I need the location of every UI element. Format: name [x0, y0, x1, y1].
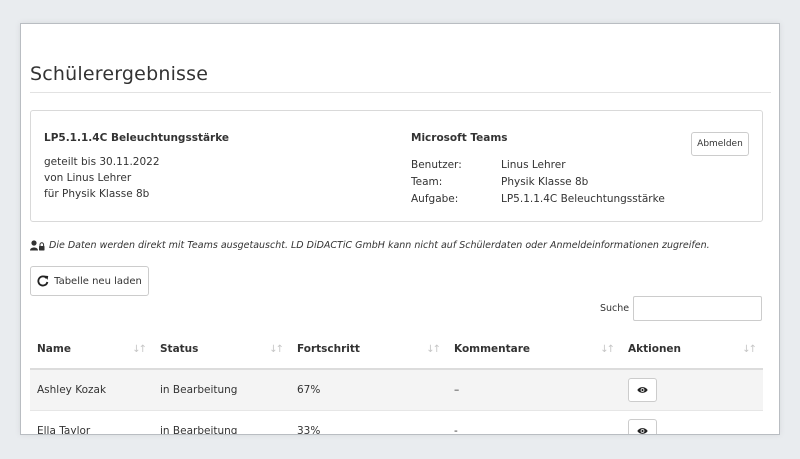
sort-icon: ↓↑ — [426, 344, 441, 355]
assignment-details: geteilt bis 30.11.2022 von Linus Lehrer … — [44, 154, 160, 202]
table-row: Ashley Kozak in Bearbeitung 67% – — [30, 368, 763, 411]
assignment-title: LP5.1.1.4C Beleuchtungsstärke — [44, 132, 230, 144]
shared-for-text: für Physik Klasse 8b — [44, 188, 150, 200]
teams-assignment-label: Aufgabe: — [411, 193, 459, 205]
student-actions — [621, 368, 763, 411]
table-row: Ella Taylor in Bearbeitung 33% - — [30, 410, 763, 434]
student-status: in Bearbeitung — [153, 410, 290, 434]
search-label: Suche — [600, 303, 630, 314]
shared-by-text: von Linus Lehrer — [44, 172, 132, 184]
title-divider — [30, 92, 771, 93]
student-name: Ashley Kozak — [30, 368, 153, 411]
reload-table-label: Tabelle neu laden — [54, 275, 142, 287]
user-lock-icon — [30, 240, 45, 251]
eye-icon — [637, 428, 648, 434]
view-result-button[interactable] — [628, 419, 657, 434]
student-comments: – — [447, 368, 621, 411]
search-input[interactable] — [633, 296, 762, 321]
view-result-button[interactable] — [628, 378, 657, 402]
student-actions — [621, 410, 763, 434]
results-table: Name ↓↑ Status ↓↑ Fortschritt ↓↑ Kommentare… — [30, 330, 763, 434]
teams-title: Microsoft Teams — [411, 132, 508, 144]
column-header-actions[interactable]: Aktionen ↓↑ — [621, 330, 763, 370]
results-window: Schülerergebnisse LP5.1.1.4C Beleuchtung… — [20, 23, 780, 435]
student-comments: - — [447, 410, 621, 434]
student-status: in Bearbeitung — [153, 368, 290, 411]
teams-user-label: Benutzer: — [411, 159, 462, 171]
column-header-progress[interactable]: Fortschritt ↓↑ — [290, 330, 447, 370]
column-header-comments[interactable]: Kommentare ↓↑ — [447, 330, 621, 370]
teams-user-value: Linus Lehrer — [501, 159, 566, 171]
table-header-row: Name ↓↑ Status ↓↑ Fortschritt ↓↑ Kommentare… — [30, 330, 763, 370]
shared-until-text: geteilt bis 30.11.2022 — [44, 156, 160, 168]
student-progress: 33% — [290, 410, 447, 434]
column-header-status[interactable]: Status ↓↑ — [153, 330, 290, 370]
teams-details: Benutzer: Linus Lehrer Team: Physik Klas… — [411, 158, 721, 207]
page-title: Schülerergebnisse — [30, 62, 209, 85]
teams-team-label: Team: — [411, 176, 443, 188]
eye-icon — [637, 387, 648, 393]
privacy-notice-text: Die Daten werden direkt mit Teams ausget… — [49, 240, 710, 251]
sort-icon: ↓↑ — [742, 344, 757, 355]
column-header-name[interactable]: Name ↓↑ — [30, 330, 153, 370]
assignment-info-panel: LP5.1.1.4C Beleuchtungsstärke geteilt bi… — [30, 110, 763, 222]
student-progress: 67% — [290, 368, 447, 411]
logout-button[interactable]: Abmelden — [691, 132, 749, 156]
teams-team-value: Physik Klasse 8b — [501, 176, 589, 188]
sort-icon: ↓↑ — [269, 344, 284, 355]
sort-icon: ↓↑ — [600, 344, 615, 355]
sort-icon: ↓↑ — [132, 344, 147, 355]
teams-assignment-value: LP5.1.1.4C Beleuchtungsstärke — [501, 193, 665, 205]
reload-table-button[interactable]: Tabelle neu laden — [30, 266, 149, 296]
privacy-notice: Die Daten werden direkt mit Teams ausget… — [30, 240, 710, 251]
reload-icon — [37, 275, 49, 287]
student-name: Ella Taylor — [30, 410, 153, 434]
